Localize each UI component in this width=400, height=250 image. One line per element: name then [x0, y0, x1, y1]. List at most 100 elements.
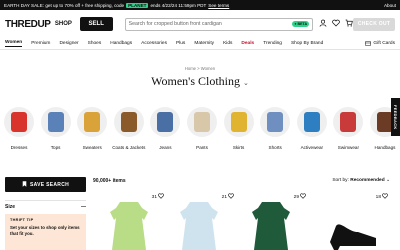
garment-shape — [47, 112, 64, 132]
promo-code: PLANET — [126, 2, 149, 8]
nav-item-premium[interactable]: Premium — [31, 41, 50, 46]
size-filter-label: Size — [5, 204, 16, 210]
category-shorts[interactable]: Shorts — [258, 107, 292, 151]
garment-shape — [340, 112, 357, 132]
nav-item-kids[interactable]: Kids — [223, 41, 232, 46]
category-label: Activewear — [300, 145, 324, 150]
checkout-button[interactable]: CHECK OUT — [353, 17, 395, 31]
page-title-text: Women's Clothing — [151, 74, 240, 88]
category-nav: Women Premium Designer Shoes Handbags Ac… — [0, 38, 400, 50]
nav-item-accessories[interactable]: Accessories — [141, 41, 167, 46]
category-label: Swimwear — [337, 145, 359, 150]
nav-item-shop-by-brand[interactable]: Shop By Brand — [291, 41, 323, 46]
nav-item-maternity[interactable]: Maternity — [194, 41, 214, 46]
favorite-button[interactable]: 31 — [152, 193, 164, 201]
sort-dropdown[interactable]: Sort by: Recommended ⌄ — [332, 178, 390, 183]
promo-text: EARTH DAY SALE: get up to 70% off + free… — [4, 2, 125, 8]
heart-icon — [300, 193, 306, 201]
nav-item-gift-cards[interactable]: Gift Cards — [365, 41, 395, 46]
promo-end-text: ends 4/22/24 11:59pm PDT — [150, 2, 207, 8]
favorite-button[interactable]: 29 — [294, 193, 306, 201]
shop-tab[interactable]: SHOP — [47, 17, 80, 31]
category-sweaters[interactable]: Sweaters — [75, 107, 109, 151]
category-swimwear[interactable]: Swimwear — [331, 107, 365, 151]
breadcrumb[interactable]: Home > Women — [0, 66, 400, 71]
category-image — [40, 107, 71, 137]
favorite-count: 21 — [221, 194, 227, 200]
category-image — [150, 107, 181, 137]
chevron-down-icon[interactable]: ⌄ — [243, 80, 249, 87]
product-card[interactable]: 31 — [94, 193, 164, 250]
product-image[interactable] — [244, 202, 298, 250]
nav-item-trending[interactable]: Trending — [263, 41, 282, 46]
category-label: Shorts — [268, 145, 282, 150]
product-image[interactable] — [172, 202, 226, 250]
category-coats-jackets[interactable]: Coats & Jackets — [112, 107, 146, 151]
garment-shape — [303, 112, 320, 132]
favorite-button[interactable]: 18 — [376, 193, 388, 201]
garment-shape — [267, 112, 284, 132]
heart-icon — [228, 193, 234, 201]
category-activewear[interactable]: Activewear — [295, 107, 329, 151]
category-image — [296, 107, 327, 137]
user-icon[interactable] — [319, 19, 327, 29]
gift-cards-label: Gift Cards — [373, 41, 395, 46]
nav-item-shoes[interactable]: Shoes — [88, 41, 102, 46]
category-label: Handbags — [374, 145, 396, 150]
category-skirts[interactable]: Skirts — [222, 107, 256, 151]
favorite-count: 18 — [375, 194, 381, 200]
nav-item-designer[interactable]: Designer — [59, 41, 78, 46]
save-search-label: SAVE SEARCH — [29, 181, 70, 188]
product-card[interactable]: 18 — [318, 193, 388, 250]
thrift-tip: THRIFT TIP Set your sizes to shop only i… — [5, 214, 86, 250]
bookmark-icon — [22, 180, 27, 189]
search-placeholder: Search for cropped button front cardigan — [128, 21, 222, 27]
category-carousel: Dresses Tops Sweaters Coats & Jackets Jeans P… — [0, 107, 400, 161]
header: THREDUP SHOP SELL Search for cropped but… — [0, 10, 400, 38]
collapse-icon[interactable]: — — [81, 204, 86, 210]
nav-item-deals[interactable]: Deals — [241, 41, 254, 46]
gift-card-icon — [365, 41, 372, 46]
favorite-button[interactable]: 21 — [222, 193, 234, 201]
product-card[interactable]: 21 — [164, 193, 234, 250]
garment-shape — [194, 112, 210, 132]
size-filter-header[interactable]: Size — — [5, 200, 86, 210]
category-jeans[interactable]: Jeans — [148, 107, 182, 151]
garment-shape — [230, 112, 247, 132]
product-image[interactable] — [102, 202, 156, 250]
category-label: Coats & Jackets — [112, 145, 146, 150]
result-count: 90,000+ items — [93, 178, 126, 184]
thrift-tip-text: Set your sizes to shop only items that f… — [10, 225, 80, 236]
feedback-tab[interactable]: FEEDBACK — [391, 98, 400, 136]
see-terms-link[interactable]: See terms — [208, 3, 229, 8]
nav-item-women[interactable]: Women — [5, 40, 23, 47]
chevron-down-icon: ⌄ — [385, 178, 390, 183]
favorite-count: 29 — [293, 194, 299, 200]
beta-badge: ● BETA — [292, 21, 310, 27]
cart-icon[interactable] — [345, 19, 353, 29]
product-card[interactable]: 29 — [236, 193, 306, 250]
garment-shape — [120, 112, 137, 132]
sell-tab[interactable]: SELL — [79, 17, 113, 31]
about-link[interactable]: About — [384, 3, 396, 8]
heart-icon[interactable] — [332, 19, 340, 29]
heart-icon — [382, 193, 388, 201]
category-pants[interactable]: Pants — [185, 107, 219, 151]
category-image — [187, 107, 217, 137]
product-image[interactable] — [326, 202, 380, 250]
save-search-button[interactable]: SAVE SEARCH — [5, 177, 86, 192]
category-dresses[interactable]: Dresses — [2, 107, 36, 151]
category-image — [4, 107, 34, 137]
category-tops[interactable]: Tops — [39, 107, 73, 151]
sort-label: Sort by: — [332, 178, 349, 183]
nav-item-plus[interactable]: Plus — [176, 41, 185, 46]
category-image — [260, 107, 291, 137]
page-title: Women's Clothing ⌄ — [0, 74, 400, 89]
thredup-logo[interactable]: THREDUP — [5, 19, 51, 30]
search-input[interactable]: Search for cropped button front cardigan… — [124, 17, 314, 31]
nav-item-handbags[interactable]: Handbags — [110, 41, 132, 46]
favorite-count: 31 — [151, 194, 157, 200]
category-image — [223, 107, 254, 137]
garment-shape — [157, 112, 174, 132]
category-label: Sweaters — [82, 145, 102, 150]
